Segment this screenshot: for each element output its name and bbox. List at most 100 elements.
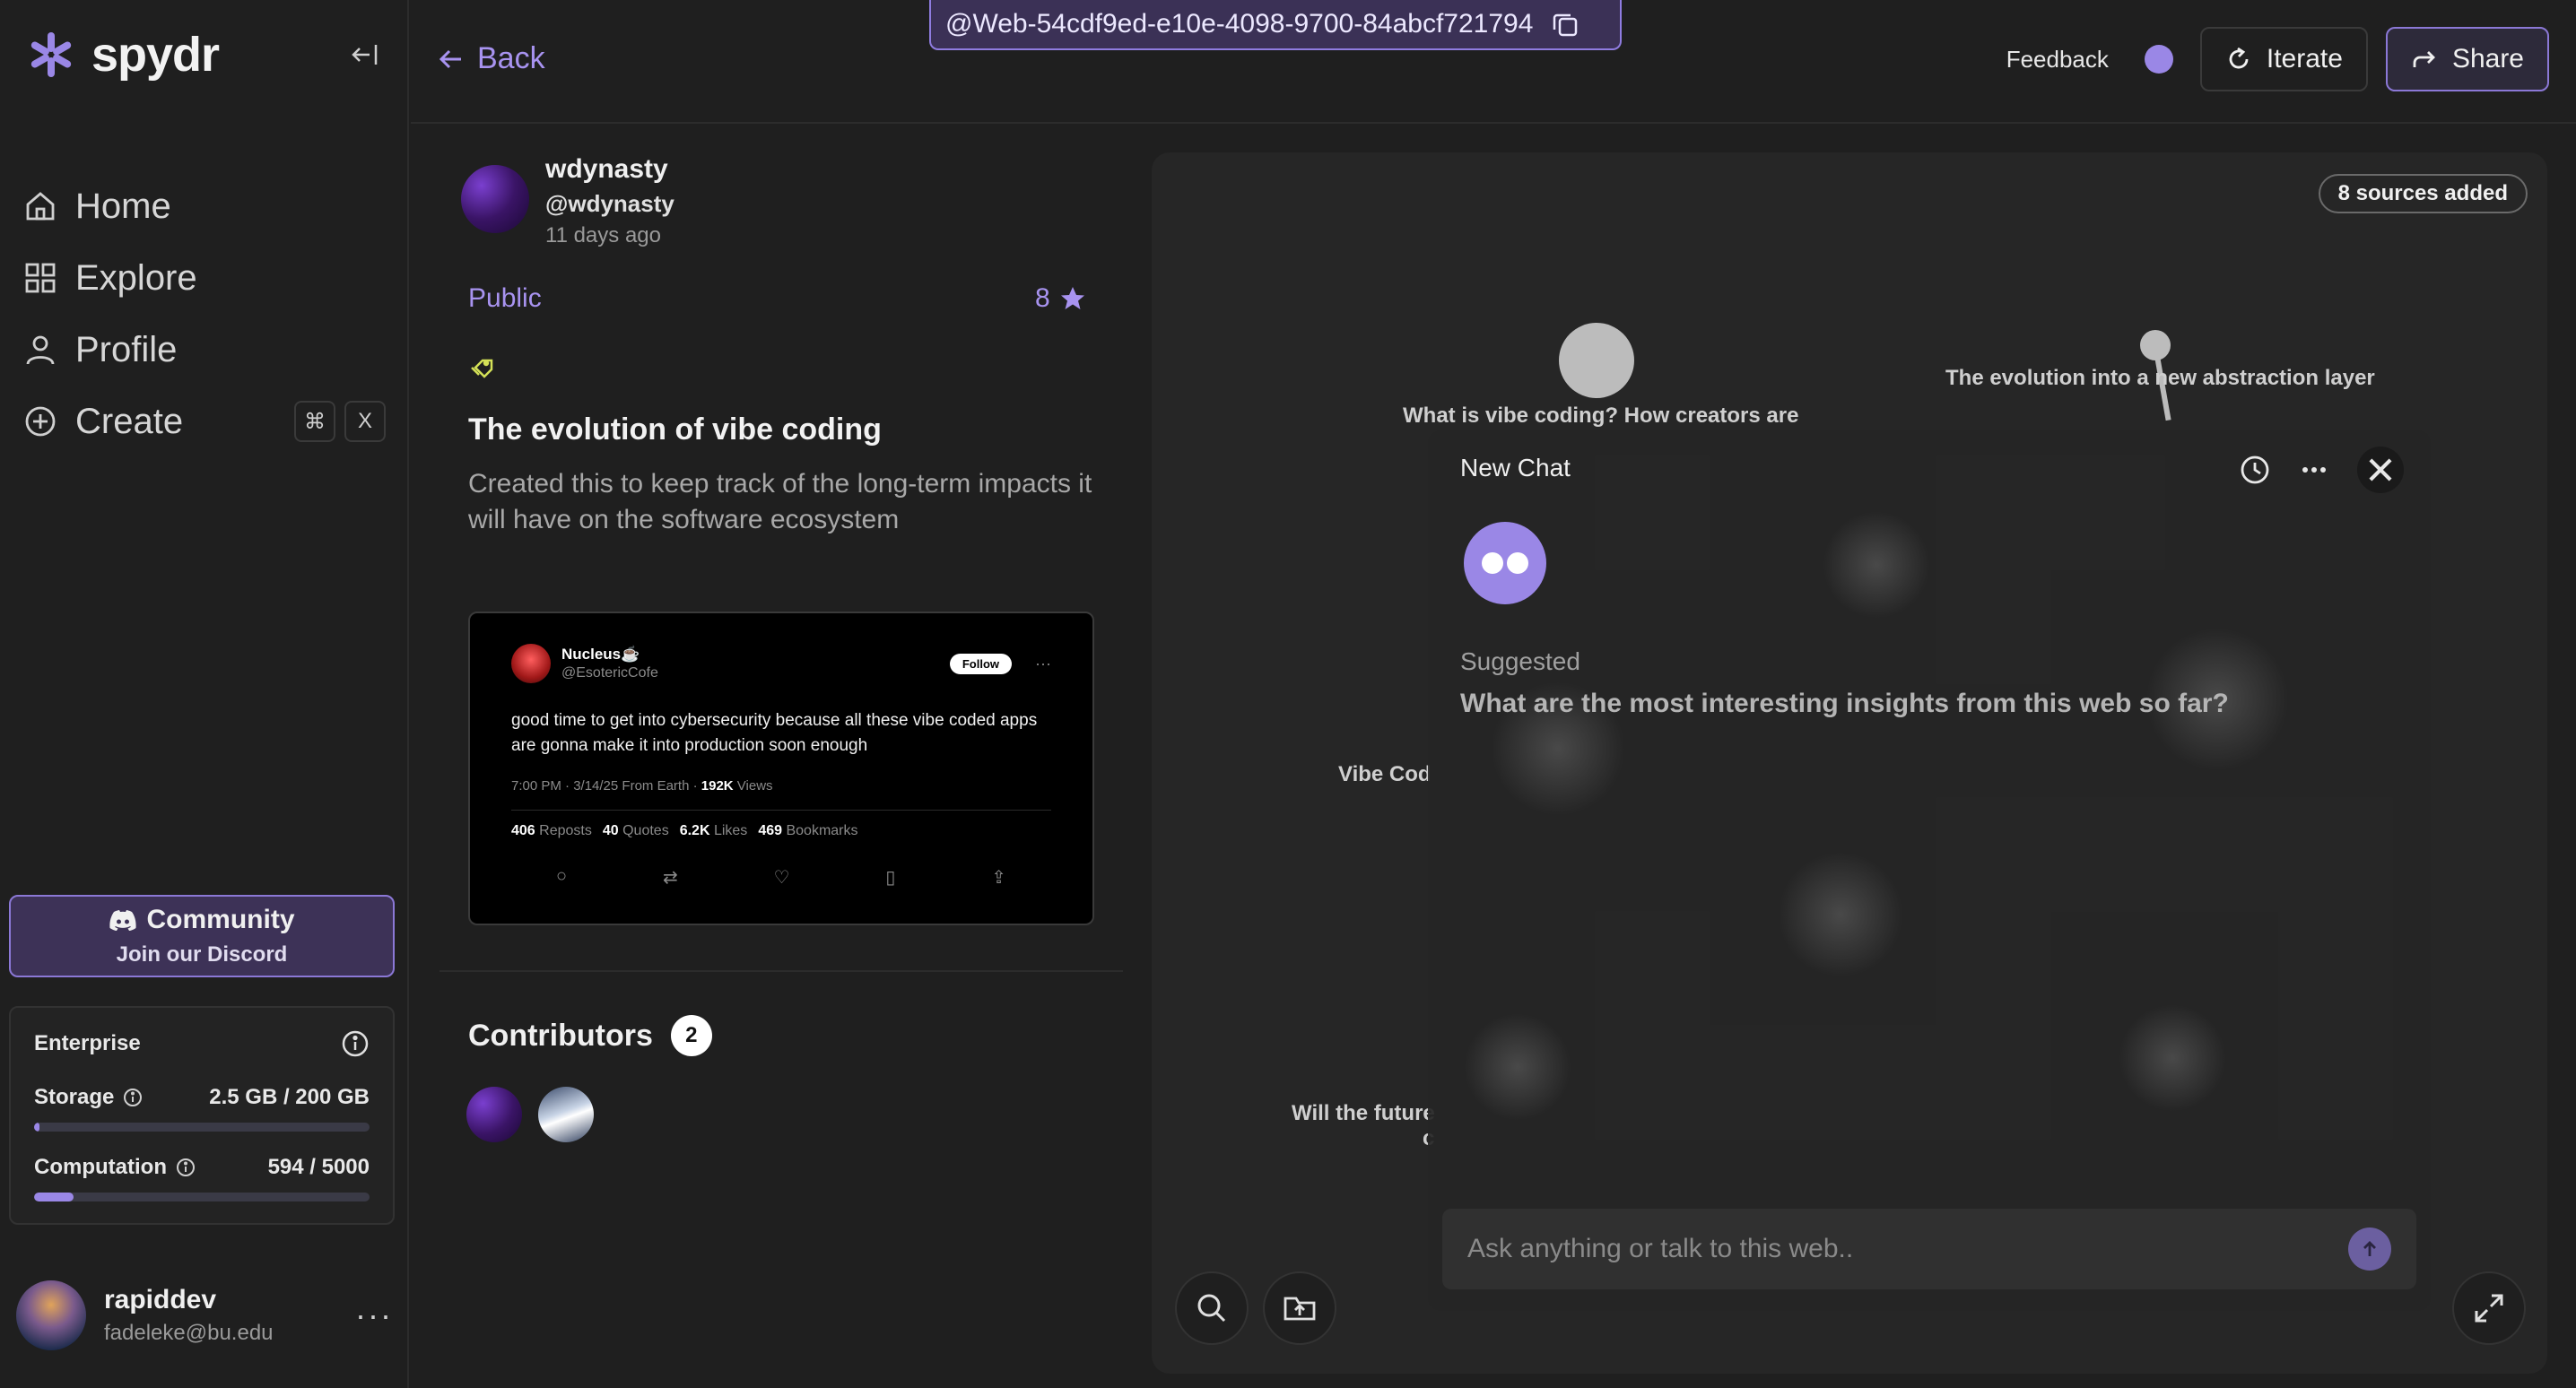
graph-node-label: Vibe Cod bbox=[1338, 762, 1432, 786]
sources-badge[interactable]: 8 sources added bbox=[2318, 174, 2528, 213]
logo-text: spydr bbox=[91, 28, 220, 82]
share-arrow-icon bbox=[2413, 51, 2435, 67]
assistant-eye bbox=[1507, 552, 1528, 574]
tweet-follow-button[interactable]: Follow bbox=[949, 653, 1013, 674]
contributor-avatar[interactable] bbox=[466, 1087, 522, 1142]
graph-upload-button[interactable] bbox=[1263, 1271, 1336, 1345]
grid-icon bbox=[25, 263, 56, 293]
user-account[interactable]: rapiddev fadeleke@bu.edu ··· bbox=[16, 1280, 393, 1350]
storage-value: 2.5 GB / 200 GB bbox=[209, 1085, 370, 1109]
blurred-graph-node bbox=[1778, 852, 1903, 977]
retweet-icon[interactable]: ⇄ bbox=[663, 866, 678, 889]
graph-search-button[interactable] bbox=[1175, 1271, 1249, 1345]
tweet-views: 192K bbox=[701, 778, 734, 794]
feedback-link[interactable]: Feedback bbox=[2006, 46, 2109, 74]
created-time: 11 days ago bbox=[545, 223, 661, 247]
logo[interactable]: spydr bbox=[27, 27, 220, 82]
status-dot bbox=[2144, 45, 2173, 74]
create-shortcut: ⌘ X bbox=[294, 401, 386, 442]
web-id-pill[interactable]: @Web-54cdf9ed-e10e-4098-9700-84abcf72179… bbox=[929, 0, 1622, 50]
computation-progress-bar bbox=[34, 1193, 370, 1201]
graph-node[interactable] bbox=[2140, 330, 2171, 360]
user-name: rapiddev bbox=[104, 1285, 217, 1314]
close-icon bbox=[2369, 458, 2392, 481]
iterate-label: Iterate bbox=[2266, 44, 2343, 74]
upload-icon[interactable]: ⇪ bbox=[991, 866, 1006, 889]
tweet-embed[interactable]: Nucleus☕️ @EsotericCofe Follow ··· good … bbox=[468, 612, 1094, 925]
community-subtitle: Join our Discord bbox=[116, 942, 288, 967]
assistant-eye bbox=[1482, 552, 1503, 574]
nav-item-home[interactable]: Home bbox=[23, 170, 386, 242]
community-discord-button[interactable]: Community Join our Discord bbox=[9, 895, 395, 977]
sidebar: spydr Home Explore Profile Create ⌘ X Co… bbox=[0, 0, 409, 1388]
user-avatar bbox=[16, 1280, 86, 1350]
tweet-more-icon[interactable]: ··· bbox=[1035, 655, 1051, 673]
like-icon[interactable]: ♡ bbox=[774, 866, 790, 889]
bookmark-icon[interactable]: ▯ bbox=[885, 866, 895, 889]
storage-progress-fill bbox=[34, 1123, 39, 1132]
graph-node[interactable] bbox=[1559, 323, 1634, 398]
nav-item-profile[interactable]: Profile bbox=[23, 314, 386, 386]
author-avatar bbox=[461, 165, 529, 233]
home-icon bbox=[26, 192, 55, 221]
arrow-left-icon bbox=[439, 49, 461, 68]
tweet-author-handle: @EsotericCofe bbox=[561, 665, 658, 681]
graph-node-label: The evolution into a new abstraction lay… bbox=[1945, 366, 2375, 390]
search-icon bbox=[1197, 1294, 1226, 1323]
user-more-icon[interactable]: ··· bbox=[355, 1297, 393, 1334]
graph-fullscreen-button[interactable] bbox=[2452, 1271, 2526, 1345]
share-button[interactable]: Share bbox=[2385, 27, 2549, 91]
contributors-heading: Contributors 2 bbox=[468, 1015, 712, 1056]
tag-icon[interactable] bbox=[468, 353, 497, 382]
tweet-reposts: 406 bbox=[511, 823, 535, 838]
arrow-up-icon bbox=[2363, 1241, 2376, 1256]
contributors-list bbox=[466, 1087, 594, 1142]
more-icon[interactable] bbox=[2298, 454, 2330, 486]
spydr-logo-icon bbox=[30, 32, 72, 77]
tweet-bookmarks: 469 bbox=[758, 823, 783, 838]
author-handle: @wdynasty bbox=[545, 190, 674, 217]
contributors-count-badge: 2 bbox=[670, 1015, 712, 1056]
nav-item-create[interactable]: Create ⌘ X bbox=[23, 386, 386, 457]
blurred-graph-node bbox=[1464, 1013, 1571, 1121]
storage-label: Storage bbox=[34, 1085, 115, 1109]
chat-header-actions bbox=[2239, 447, 2404, 493]
tweet-quotes: 40 bbox=[602, 823, 619, 838]
author-info[interactable]: wdynasty @wdynasty 11 days ago bbox=[461, 154, 674, 248]
iterate-button[interactable]: Iterate bbox=[2199, 27, 2368, 91]
back-button[interactable]: Back bbox=[438, 41, 545, 76]
tweet-bookmarks-label: Bookmarks bbox=[786, 823, 858, 838]
copy-icon[interactable] bbox=[1551, 10, 1580, 39]
history-clock-icon[interactable] bbox=[2239, 454, 2271, 486]
storage-info-icon[interactable] bbox=[123, 1088, 143, 1107]
nav-item-label: Home bbox=[75, 186, 171, 226]
visibility-badge[interactable]: Public bbox=[468, 283, 542, 314]
tweet-likes-label: Likes bbox=[713, 823, 748, 838]
computation-value: 594 / 5000 bbox=[267, 1155, 370, 1179]
blurred-graph-node bbox=[2119, 1004, 2226, 1112]
close-chat-button[interactable] bbox=[2357, 447, 2404, 493]
send-button[interactable] bbox=[2348, 1228, 2391, 1271]
star-button[interactable]: 8 bbox=[1035, 283, 1086, 314]
tweet-stats: 406 Reposts 40 Quotes 6.2K Likes 469 Boo… bbox=[511, 823, 1051, 839]
chat-input-bar bbox=[1442, 1209, 2416, 1289]
blurred-graph-node bbox=[1823, 511, 1930, 619]
info-icon[interactable] bbox=[341, 1029, 370, 1058]
user-icon bbox=[26, 335, 55, 365]
collapse-sidebar-icon[interactable] bbox=[350, 39, 380, 70]
plan-usage-card: Enterprise Storage 2.5 GB / 200 GB Compu… bbox=[9, 1006, 395, 1225]
plus-circle-icon bbox=[25, 406, 56, 437]
suggested-label: Suggested bbox=[1460, 647, 1580, 675]
folder-upload-icon bbox=[1284, 1297, 1316, 1321]
nav-item-explore[interactable]: Explore bbox=[23, 242, 386, 314]
star-count: 8 bbox=[1035, 283, 1050, 313]
computation-info-icon[interactable] bbox=[176, 1158, 196, 1177]
topbar-actions: Feedback Iterate Share bbox=[2006, 27, 2549, 91]
topbar: Back @Web-54cdf9ed-e10e-4098-9700-84abcf… bbox=[411, 0, 2576, 124]
web-description: Created this to keep track of the long-t… bbox=[468, 469, 1092, 534]
suggested-question[interactable]: What are the most interesting insights f… bbox=[1460, 689, 2229, 719]
contributor-avatar[interactable] bbox=[538, 1087, 594, 1142]
reply-icon[interactable]: ○ bbox=[556, 866, 567, 889]
chat-title: New Chat bbox=[1460, 454, 1571, 481]
chat-input[interactable] bbox=[1467, 1234, 2348, 1264]
